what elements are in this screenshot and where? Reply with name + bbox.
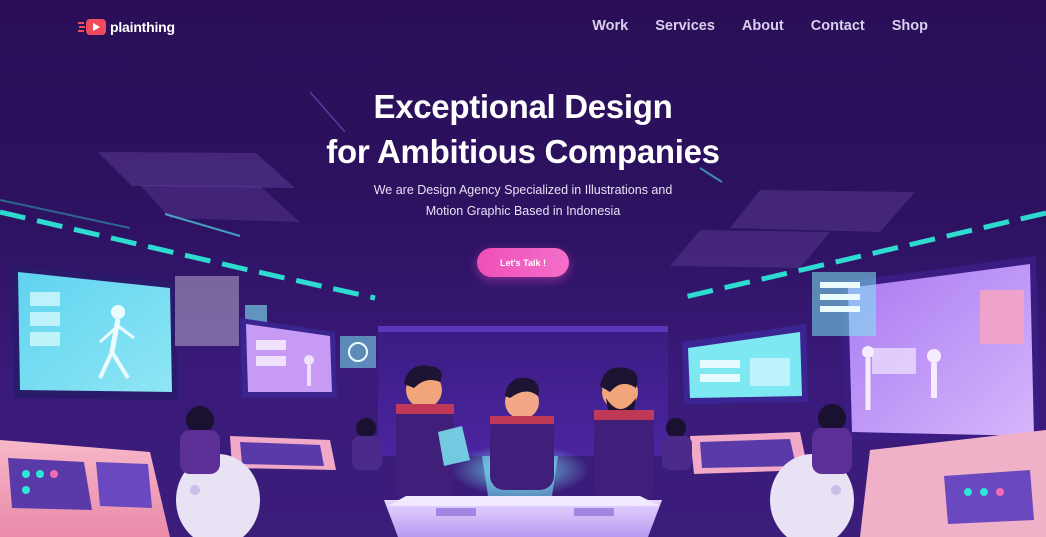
hero-subtitle-line-1: We are Design Agency Specialized in Illu… (373, 183, 673, 197)
character-right (594, 410, 654, 504)
nav-link-shop[interactable]: Shop (892, 18, 928, 34)
nav-link-work[interactable]: Work (592, 18, 628, 34)
hero-subtitle: We are Design Agency Specialized in Illu… (0, 180, 1046, 222)
play-logo-icon (78, 19, 106, 35)
lets-talk-button[interactable]: Let's Talk ! (477, 248, 569, 277)
nav-link-contact[interactable]: Contact (811, 18, 865, 34)
hologram-panel-right (812, 272, 876, 336)
brand-name: plainthing (110, 19, 175, 35)
site-header: plainthing Work Services About Contact S… (0, 0, 1046, 56)
character-center (490, 416, 554, 490)
hero-title-line-1: Exceptional Design (373, 88, 673, 125)
hologram-panel (175, 276, 239, 346)
main-nav: Work Services About Contact Shop (592, 18, 928, 34)
brand-logo[interactable]: plainthing (78, 17, 175, 37)
page: plainthing Work Services About Contact S… (0, 0, 1046, 537)
hero-subtitle-line-2: Motion Graphic Based in Indonesia (425, 204, 621, 218)
nav-link-about[interactable]: About (742, 18, 784, 34)
hero-title: Exceptional Design for Ambitious Compani… (0, 84, 1046, 174)
hero-title-line-2: for Ambitious Companies (326, 133, 720, 170)
nav-link-services[interactable]: Services (655, 18, 715, 34)
